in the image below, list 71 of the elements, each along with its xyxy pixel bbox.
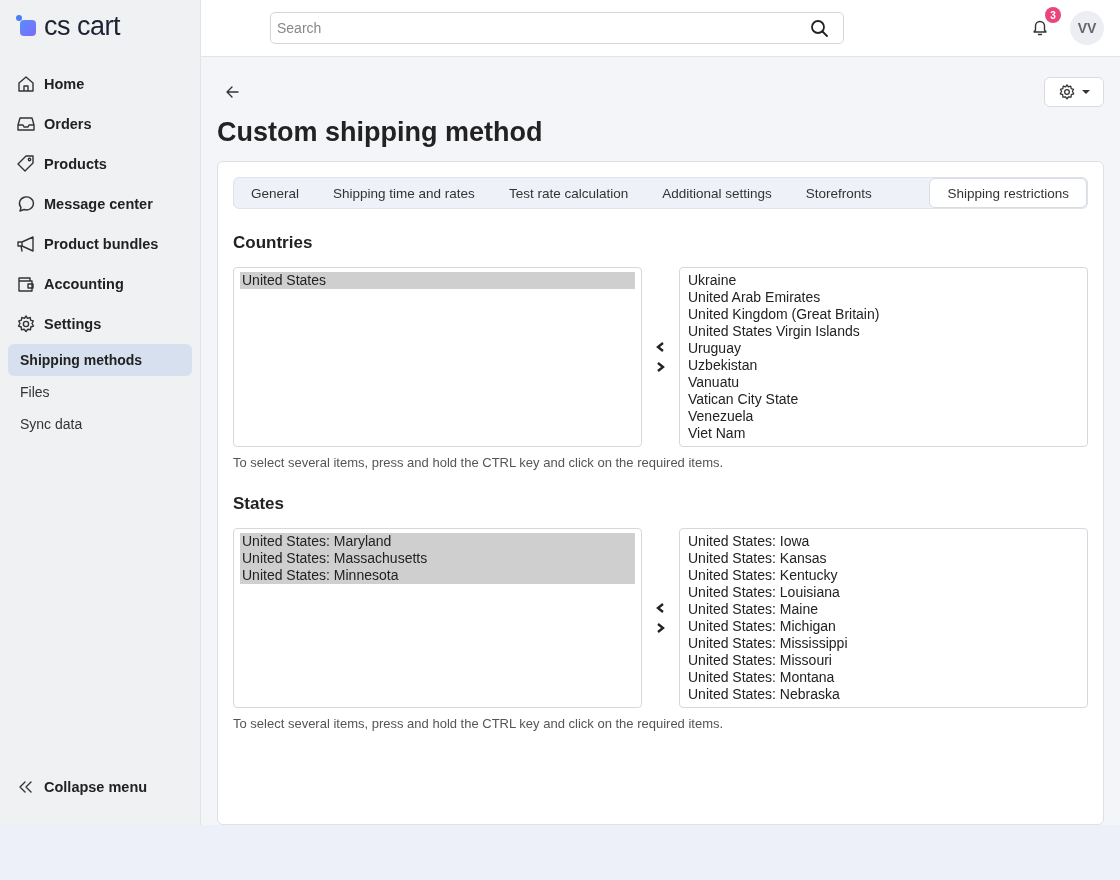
help-text: To select several items, press and hold the CTRL key and click on the required items. bbox=[233, 716, 725, 731]
sidebar-item[interactable]: Shipping methods bbox=[8, 344, 192, 376]
tab[interactable]: Test rate calculation bbox=[491, 178, 646, 208]
page-title: Custom shipping method bbox=[217, 117, 544, 148]
list-option[interactable]: Vatican City State bbox=[686, 391, 1081, 408]
list-option[interactable]: United States: Mississippi bbox=[686, 635, 1081, 652]
search-icon bbox=[810, 19, 828, 37]
list-option[interactable]: United States: Iowa bbox=[686, 533, 1081, 550]
list-option[interactable]: Vanuatu bbox=[686, 374, 1081, 391]
chevron-right-icon bbox=[656, 623, 665, 633]
list-option[interactable]: Uruguay bbox=[686, 340, 1081, 357]
list-option[interactable]: United Kingdom (Great Britain) bbox=[686, 306, 1081, 323]
gear-icon bbox=[1058, 83, 1076, 101]
list-option[interactable]: United States: Maine bbox=[686, 601, 1081, 618]
tray-icon bbox=[16, 114, 36, 134]
logo-icon bbox=[16, 15, 36, 37]
list-option[interactable]: Uzbekistan bbox=[686, 357, 1081, 374]
wallet-icon bbox=[16, 274, 36, 294]
help-text: To select several items, press and hold the CTRL key and click on the required items. bbox=[233, 455, 725, 470]
selected-list[interactable]: United States bbox=[233, 267, 642, 447]
sidebar-item[interactable]: Products bbox=[8, 144, 192, 184]
tab[interactable]: Shipping restrictions bbox=[929, 178, 1087, 208]
list-option[interactable]: United States: Maryland bbox=[240, 533, 635, 550]
collapse-menu-button[interactable]: Collapse menu bbox=[8, 767, 192, 807]
settings-button[interactable] bbox=[1044, 77, 1104, 107]
list-option[interactable]: United States: Missouri bbox=[686, 652, 1081, 669]
list-option[interactable]: United States: Montana bbox=[686, 669, 1081, 686]
logo-text: cs cart bbox=[44, 10, 120, 42]
house-icon bbox=[16, 74, 36, 94]
gear-icon bbox=[16, 314, 36, 334]
sidebar-item[interactable]: Files bbox=[8, 376, 192, 408]
section-title: States bbox=[233, 494, 286, 514]
sidebar-item[interactable]: Settings bbox=[8, 304, 192, 344]
sidebar-item[interactable]: Sync data bbox=[8, 408, 192, 440]
list-option[interactable]: United States: Minnesota bbox=[240, 567, 635, 584]
list-option[interactable]: United States: Louisiana bbox=[686, 584, 1081, 601]
sidebar-item[interactable]: Accounting bbox=[8, 264, 192, 304]
available-list[interactable] bbox=[679, 528, 1088, 708]
sidebar-item[interactable]: Orders bbox=[8, 104, 192, 144]
list-option[interactable]: United States: Massachusetts bbox=[240, 550, 635, 567]
chevron-right-icon bbox=[656, 362, 665, 372]
list-option[interactable]: United States: Kansas bbox=[686, 550, 1081, 567]
section-title: Countries bbox=[233, 233, 314, 253]
search-field[interactable]: Search bbox=[270, 12, 844, 44]
selected-list[interactable]: United States: Maryland United States: Massachusetts United States: Minnesota bbox=[233, 528, 642, 708]
notification-count: 3 bbox=[1045, 7, 1061, 23]
bell-icon[interactable] bbox=[1030, 18, 1050, 38]
list-option[interactable]: Viet Nam bbox=[686, 425, 1081, 442]
list-option[interactable]: United Arab Emirates bbox=[686, 289, 1081, 306]
list-option[interactable]: United States: Kentucky bbox=[686, 567, 1081, 584]
list-option[interactable]: Ukraine bbox=[686, 272, 1081, 289]
sidebar-item[interactable]: Home bbox=[8, 64, 192, 104]
sidebar-item[interactable]: Product bundles bbox=[8, 224, 192, 264]
speech-bubble-icon bbox=[16, 194, 36, 214]
chevron-left-icon bbox=[656, 603, 665, 613]
megaphone-icon bbox=[16, 234, 36, 254]
list-option[interactable]: United States: Michigan bbox=[686, 618, 1081, 635]
tab[interactable]: General bbox=[234, 178, 317, 208]
sidebar-item[interactable]: Message center bbox=[8, 184, 192, 224]
list-option[interactable]: Venezuela bbox=[686, 408, 1081, 425]
user-avatar[interactable]: VV bbox=[1070, 11, 1104, 45]
tab[interactable]: Shipping time and rates bbox=[316, 178, 492, 208]
list-option[interactable]: United States: Nebraska bbox=[686, 686, 1081, 703]
available-list[interactable]: Ukraine United Arab Emirates United Kingdom (Great Britain) United States Virgin Islands Uruguay Uzbekistan Vanuatu Vatican City State Venezuela Viet Nam bbox=[679, 267, 1088, 447]
tag-icon bbox=[16, 154, 36, 174]
tab[interactable]: Storefronts bbox=[788, 178, 889, 208]
list-option[interactable]: United States bbox=[240, 272, 635, 289]
chevron-left-icon bbox=[656, 342, 665, 352]
tab[interactable]: Additional settings bbox=[645, 178, 789, 208]
list-option[interactable]: United States Virgin Islands bbox=[686, 323, 1081, 340]
caret-icon bbox=[1082, 90, 1090, 94]
